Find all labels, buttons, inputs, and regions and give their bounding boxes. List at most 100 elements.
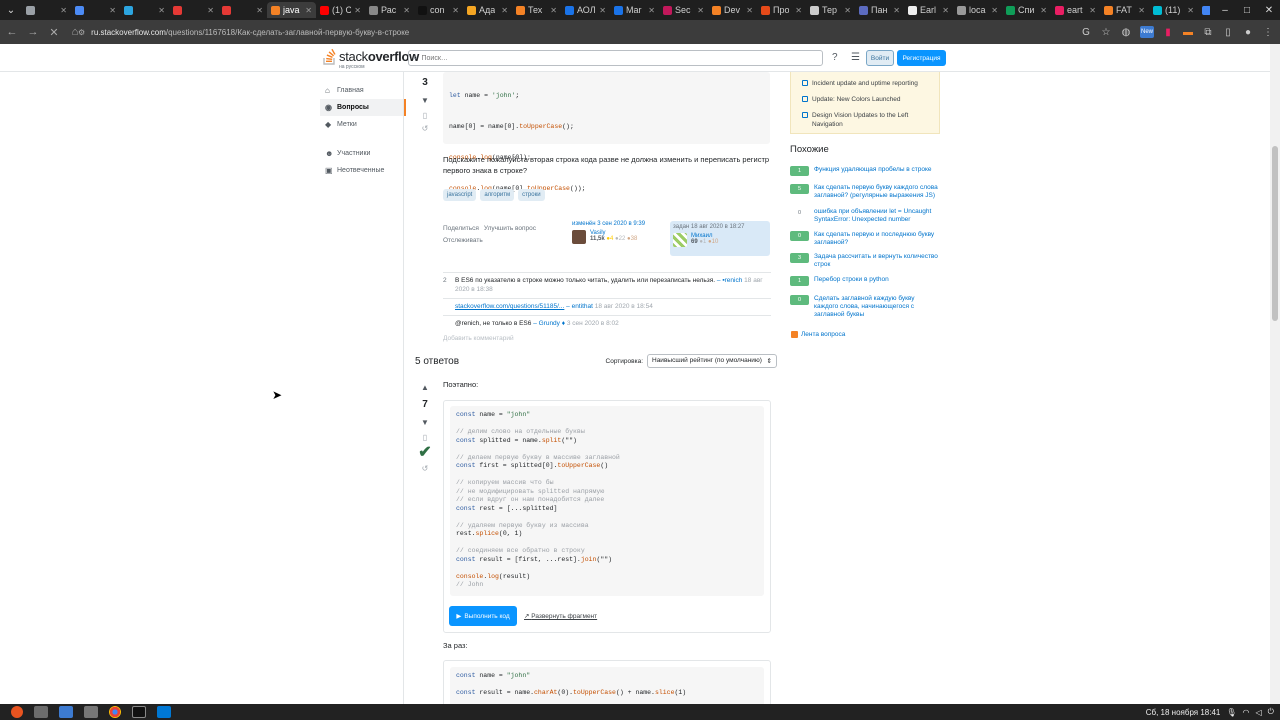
browser-tab[interactable]: con ✕ (414, 2, 463, 18)
browser-tab[interactable]: ✕ (218, 2, 267, 18)
browser-tab[interactable]: (11) ✕ (1149, 2, 1198, 18)
related-item[interactable]: 0 Как сделать первую и последнюю букву за… (790, 231, 940, 247)
history-icon[interactable]: ↺ (416, 124, 434, 133)
close-tab-icon[interactable]: ✕ (207, 6, 214, 15)
browser-tab[interactable]: Ада ✕ (463, 2, 512, 18)
blog-item[interactable]: Update: New Colors Launched (802, 95, 932, 104)
comment-date[interactable]: 3 сен 2020 в 8:02 (567, 320, 619, 327)
browser-tab[interactable]: ✕ (120, 2, 169, 18)
close-tab-icon[interactable]: ✕ (1040, 6, 1047, 15)
sidebar-item-tags[interactable]: ◆ Метки (320, 116, 406, 133)
browser-tab[interactable]: FAT ✕ (1100, 2, 1149, 18)
close-tab-icon[interactable]: ✕ (501, 6, 508, 15)
related-item[interactable]: 3 Задача рассчитать и вернуть количество … (790, 253, 940, 269)
comment-link[interactable]: stackoverflow.com/questions/51185/... (455, 303, 564, 310)
vscode-icon[interactable] (157, 706, 171, 718)
maximize-icon[interactable]: □ (1236, 0, 1258, 20)
close-tab-icon[interactable]: ✕ (942, 6, 949, 15)
tab-search-icon[interactable]: ⌄ (0, 0, 22, 20)
browser-tab[interactable]: Earl ✕ (904, 2, 953, 18)
address-bar[interactable]: ⚙ ru.stackoverflow.com /questions/116761… (78, 23, 1008, 41)
close-tab-icon[interactable]: ✕ (648, 6, 655, 15)
close-tab-icon[interactable]: ✕ (354, 6, 361, 15)
browser-tab[interactable]: ✕ (71, 2, 120, 18)
document-icon[interactable] (59, 706, 73, 718)
menu-icon[interactable]: ⋮ (1262, 26, 1274, 38)
browser-tab[interactable]: Dev ✕ (708, 2, 757, 18)
comment-author[interactable]: – Grundy ♦ (533, 320, 565, 327)
extension-icon[interactable]: New (1140, 26, 1154, 38)
close-tab-icon[interactable]: ✕ (893, 6, 900, 15)
browser-tab[interactable]: Тер ✕ (806, 2, 855, 18)
power-icon[interactable]: ⏻ (1268, 707, 1274, 717)
site-switcher-icon[interactable]: ☰ (851, 52, 860, 63)
related-link[interactable]: Сделать заглавной каждую букву каждого с… (814, 295, 940, 319)
register-button[interactable]: Регистрация (897, 50, 946, 66)
close-tab-icon[interactable]: ✕ (256, 6, 263, 15)
extension-icon[interactable]: ▮ (1162, 26, 1174, 38)
close-tab-icon[interactable]: ✕ (844, 6, 851, 15)
close-icon[interactable]: ✕ (1258, 0, 1280, 20)
forward-icon[interactable]: → (24, 23, 42, 41)
close-tab-icon[interactable]: ✕ (1138, 6, 1145, 15)
firefox-icon[interactable] (11, 706, 23, 718)
close-tab-icon[interactable]: ✕ (599, 6, 606, 15)
browser-tab[interactable]: ✕ (22, 2, 71, 18)
sidebar-item-users[interactable]: ☻ Участники (320, 145, 406, 162)
page-scrollbar[interactable] (1270, 44, 1280, 704)
question-feed-link[interactable]: Лента вопроса (791, 331, 845, 338)
tag-strings[interactable]: строки (518, 189, 545, 201)
related-link[interactable]: Как сделать первую букву каждого слова з… (814, 184, 940, 200)
help-icon[interactable]: ? (832, 52, 838, 63)
close-tab-icon[interactable]: ✕ (60, 6, 67, 15)
close-tab-icon[interactable]: ✕ (305, 6, 312, 15)
browser-tab[interactable]: АОЛ ✕ (561, 2, 610, 18)
files-icon[interactable] (34, 706, 48, 718)
browser-tab[interactable]: Спи ✕ (1002, 2, 1051, 18)
browser-tab[interactable]: java ✕ (267, 2, 316, 18)
app-store-icon[interactable] (84, 706, 98, 718)
related-link[interactable]: ошибка при объявлении let = Uncaught Syn… (814, 208, 940, 224)
sidebar-item-unanswered[interactable]: ▣ Неотвеченные (320, 162, 406, 179)
related-item[interactable]: 0 ошибка при объявлении let = Uncaught Sy… (790, 208, 940, 224)
related-link[interactable]: Перебор строки в python (814, 276, 889, 286)
browser-tab[interactable]: Тех ✕ (512, 2, 561, 18)
volume-icon[interactable]: ◁ (1256, 708, 1262, 717)
upvote-icon[interactable]: ▲ (416, 383, 434, 392)
close-tab-icon[interactable]: ✕ (795, 6, 802, 15)
browser-tab[interactable]: (1) C ✕ (316, 2, 365, 18)
sidebar-icon[interactable]: ▯ (1222, 26, 1234, 38)
bookmark-icon[interactable]: ▯ (416, 433, 434, 442)
microphone-icon[interactable]: 🎙 (1226, 708, 1236, 717)
google-icon[interactable]: G (1080, 26, 1092, 38)
blog-item[interactable]: Incident update and uptime reporting (802, 79, 932, 88)
close-tab-icon[interactable]: ✕ (697, 6, 704, 15)
minimize-icon[interactable]: – (1214, 0, 1236, 20)
related-link[interactable]: Задача рассчитать и вернуть количество с… (814, 253, 940, 269)
extension-icon[interactable]: ▬ (1182, 26, 1194, 38)
browser-tab[interactable]: Mar ✕ (610, 2, 659, 18)
related-link[interactable]: Функция удаляющая пробелы в строке (814, 166, 932, 176)
avatar[interactable] (572, 230, 586, 244)
related-item[interactable]: 1 Функция удаляющая пробелы в строке (790, 166, 940, 176)
downvote-icon[interactable]: ▼ (416, 418, 434, 427)
site-logo[interactable]: stackoverflow на русском (323, 48, 419, 70)
close-tab-icon[interactable]: ✕ (746, 6, 753, 15)
history-icon[interactable]: ↺ (416, 464, 434, 473)
blog-item[interactable]: Design Vision Updates to the Left Naviga… (802, 111, 932, 129)
tag-algorithm[interactable]: алгоритм (480, 189, 515, 201)
profile-icon[interactable]: ● (1242, 26, 1254, 38)
clock[interactable]: Сб, 18 ноября 18:41 (1146, 708, 1221, 717)
related-item[interactable]: 1 Перебор строки в python (790, 276, 940, 286)
close-tab-icon[interactable]: ✕ (158, 6, 165, 15)
close-tab-icon[interactable]: ✕ (452, 6, 459, 15)
avatar[interactable] (673, 233, 687, 247)
tag-javascript[interactable]: javascript (443, 189, 477, 201)
terminal-icon[interactable] (132, 706, 146, 718)
close-tab-icon[interactable]: ✕ (550, 6, 557, 15)
related-item[interactable]: 5 Как сделать первую букву каждого слова … (790, 184, 940, 200)
puzzle-icon[interactable]: ⧉ (1202, 26, 1214, 38)
search-box[interactable]: ⌕ (408, 50, 823, 66)
stop-loading-icon[interactable]: ✕ (45, 23, 63, 41)
expand-snippet-link[interactable]: ↗ Развернуть фрагмент (524, 612, 597, 620)
